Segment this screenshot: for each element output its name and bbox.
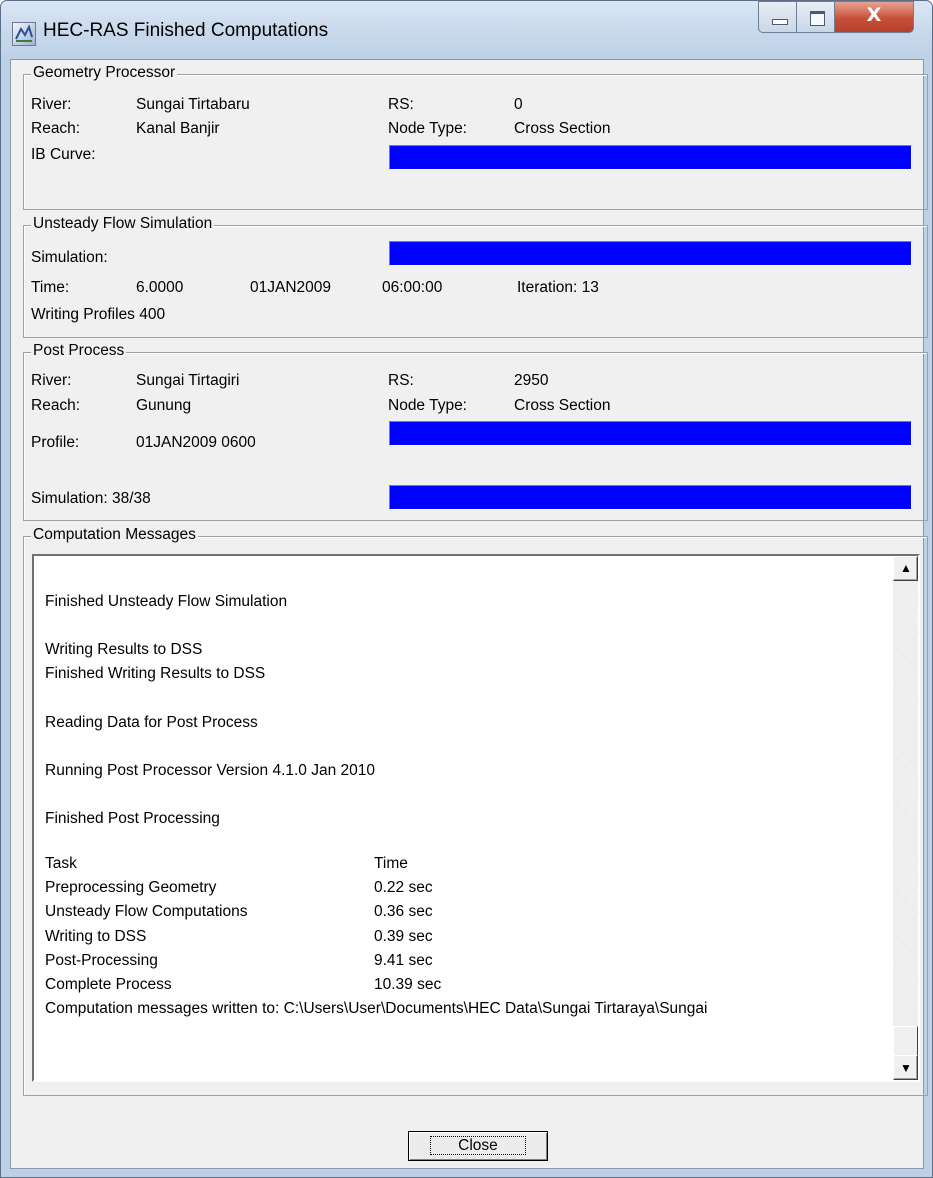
- post-simulation-progress-bar: [389, 485, 912, 510]
- simulation-label: Simulation:: [31, 249, 108, 266]
- post-reach-label: Reach:: [31, 397, 81, 414]
- reach-value: Kanal Banjir: [136, 120, 220, 137]
- message-line: Reading Data for Post Process: [45, 713, 258, 731]
- post-process-group: Post Process River: Sungai Tirtagiri RS:…: [23, 342, 928, 521]
- timing-task: Writing to DSS: [45, 927, 147, 945]
- timing-row: Post-Processing 9.41 sec: [45, 951, 433, 970]
- post-river-value: Sungai Tirtagiri: [136, 372, 240, 389]
- timing-time: 0.36 sec: [374, 903, 433, 921]
- message-line: [45, 566, 895, 590]
- post-node-type-label: Node Type:: [388, 397, 467, 414]
- timing-time: 0.39 sec: [374, 927, 433, 945]
- post-rs-value: 2950: [514, 372, 549, 389]
- timing-time: 0.22 sec: [374, 879, 433, 897]
- timing-row: Preprocessing Geometry 0.22 sec: [45, 879, 433, 897]
- timing-task: Post-Processing: [45, 951, 158, 969]
- timing-task: Complete Process: [45, 975, 172, 993]
- maximize-button[interactable]: [796, 1, 835, 33]
- computation-messages-group: Computation Messages Finished Unsteady F…: [23, 526, 928, 1096]
- hec-ras-app-icon[interactable]: [12, 22, 36, 46]
- timing-time: 9.41 sec: [374, 951, 433, 969]
- timing-row: Writing to DSS 0.39 sec: [45, 927, 433, 946]
- iteration-text: Iteration: 13: [517, 279, 599, 296]
- message-line: Finished Post Processing: [45, 809, 220, 827]
- scroll-down-button[interactable]: ▼: [893, 1055, 918, 1080]
- triangle-down-icon: ▼: [900, 1061, 912, 1075]
- time-label: Time:: [31, 279, 70, 296]
- close-button-label: Close: [430, 1136, 526, 1155]
- dialog-client-area: Geometry Processor River: Sungai Tirtaba…: [10, 59, 928, 1169]
- timing-time: 10.39 sec: [374, 975, 442, 993]
- timing-task: Unsteady Flow Computations: [45, 903, 248, 921]
- post-node-type-value: Cross Section: [514, 397, 611, 414]
- geometry-processor-group: Geometry Processor River: Sungai Tirtaba…: [23, 64, 928, 210]
- profile-value: 01JAN2009 0600: [136, 434, 256, 451]
- message-line: Finished Writing Results to DSS: [45, 665, 266, 683]
- ib-curve-label: IB Curve:: [31, 146, 96, 163]
- message-line: [45, 735, 895, 759]
- title-bar[interactable]: HEC-RAS Finished Computations X: [1, 1, 932, 59]
- profile-progress-bar: [389, 421, 912, 446]
- post-simulation-text: Simulation: 38/38: [31, 490, 151, 507]
- message-line: Finished Unsteady Flow Simulation: [45, 593, 288, 611]
- writing-profiles-text: Writing Profiles 400: [31, 306, 166, 323]
- profile-label: Profile:: [31, 434, 80, 451]
- message-line: [45, 831, 895, 855]
- scroll-up-button[interactable]: ▲: [893, 556, 918, 581]
- minimize-button[interactable]: [758, 1, 797, 33]
- scroll-thumb[interactable]: [893, 1026, 918, 1056]
- timing-row: Unsteady Flow Computations 0.36 sec: [45, 903, 433, 921]
- node-type-value: Cross Section: [514, 120, 611, 137]
- rs-label: RS:: [388, 96, 414, 113]
- timing-row: Task Time: [45, 855, 408, 873]
- message-line: [45, 614, 895, 638]
- triangle-up-icon: ▲: [900, 561, 912, 575]
- window-title: HEC-RAS Finished Computations: [43, 20, 329, 41]
- post-river-label: River:: [31, 372, 72, 389]
- node-type-label: Node Type:: [388, 120, 467, 137]
- post-process-legend: Post Process: [31, 342, 127, 360]
- message-line: [45, 686, 895, 710]
- rs-value: 0: [514, 96, 523, 113]
- minimize-icon: [772, 19, 788, 25]
- river-label: River:: [31, 96, 72, 113]
- computation-messages-textbox[interactable]: Finished Unsteady Flow Simulation Writing…: [32, 554, 920, 1082]
- time-value: 6.0000: [136, 279, 184, 296]
- reach-label: Reach:: [31, 120, 81, 137]
- timing-task: Preprocessing Geometry: [45, 879, 217, 897]
- close-window-button[interactable]: X: [834, 1, 914, 33]
- messages-lines: Finished Unsteady Flow Simulation Writing…: [45, 566, 895, 855]
- simulation-progress-bar: [389, 241, 912, 266]
- timing-time: Time: [374, 855, 408, 873]
- message-line: [45, 783, 895, 807]
- unsteady-flow-group: Unsteady Flow Simulation Simulation: Tim…: [23, 215, 928, 338]
- maximize-icon: [810, 11, 825, 26]
- timing-task: Task: [45, 855, 77, 873]
- close-icon: X: [866, 4, 882, 26]
- close-button[interactable]: Close: [408, 1131, 548, 1161]
- post-rs-label: RS:: [388, 372, 414, 389]
- clock-value: 06:00:00: [382, 279, 443, 296]
- messages-scrollbar[interactable]: ▲ ▼: [893, 556, 918, 1080]
- messages-path-line: Computation messages written to: C:\User…: [45, 999, 708, 1017]
- unsteady-flow-legend: Unsteady Flow Simulation: [31, 215, 215, 233]
- timing-row: Complete Process 10.39 sec: [45, 975, 441, 994]
- message-line: Running Post Processor Version 4.1.0 Jan…: [45, 761, 376, 779]
- post-reach-value: Gunung: [136, 397, 192, 414]
- date-value: 01JAN2009: [250, 279, 332, 296]
- hec-ras-window: HEC-RAS Finished Computations X Geometry…: [0, 0, 933, 1178]
- message-line: Writing Results to DSS: [45, 641, 203, 659]
- geometry-processor-legend: Geometry Processor: [31, 64, 178, 82]
- ib-curve-progress-bar: [389, 145, 912, 170]
- river-value: Sungai Tirtabaru: [136, 96, 250, 113]
- computation-messages-legend: Computation Messages: [31, 526, 198, 544]
